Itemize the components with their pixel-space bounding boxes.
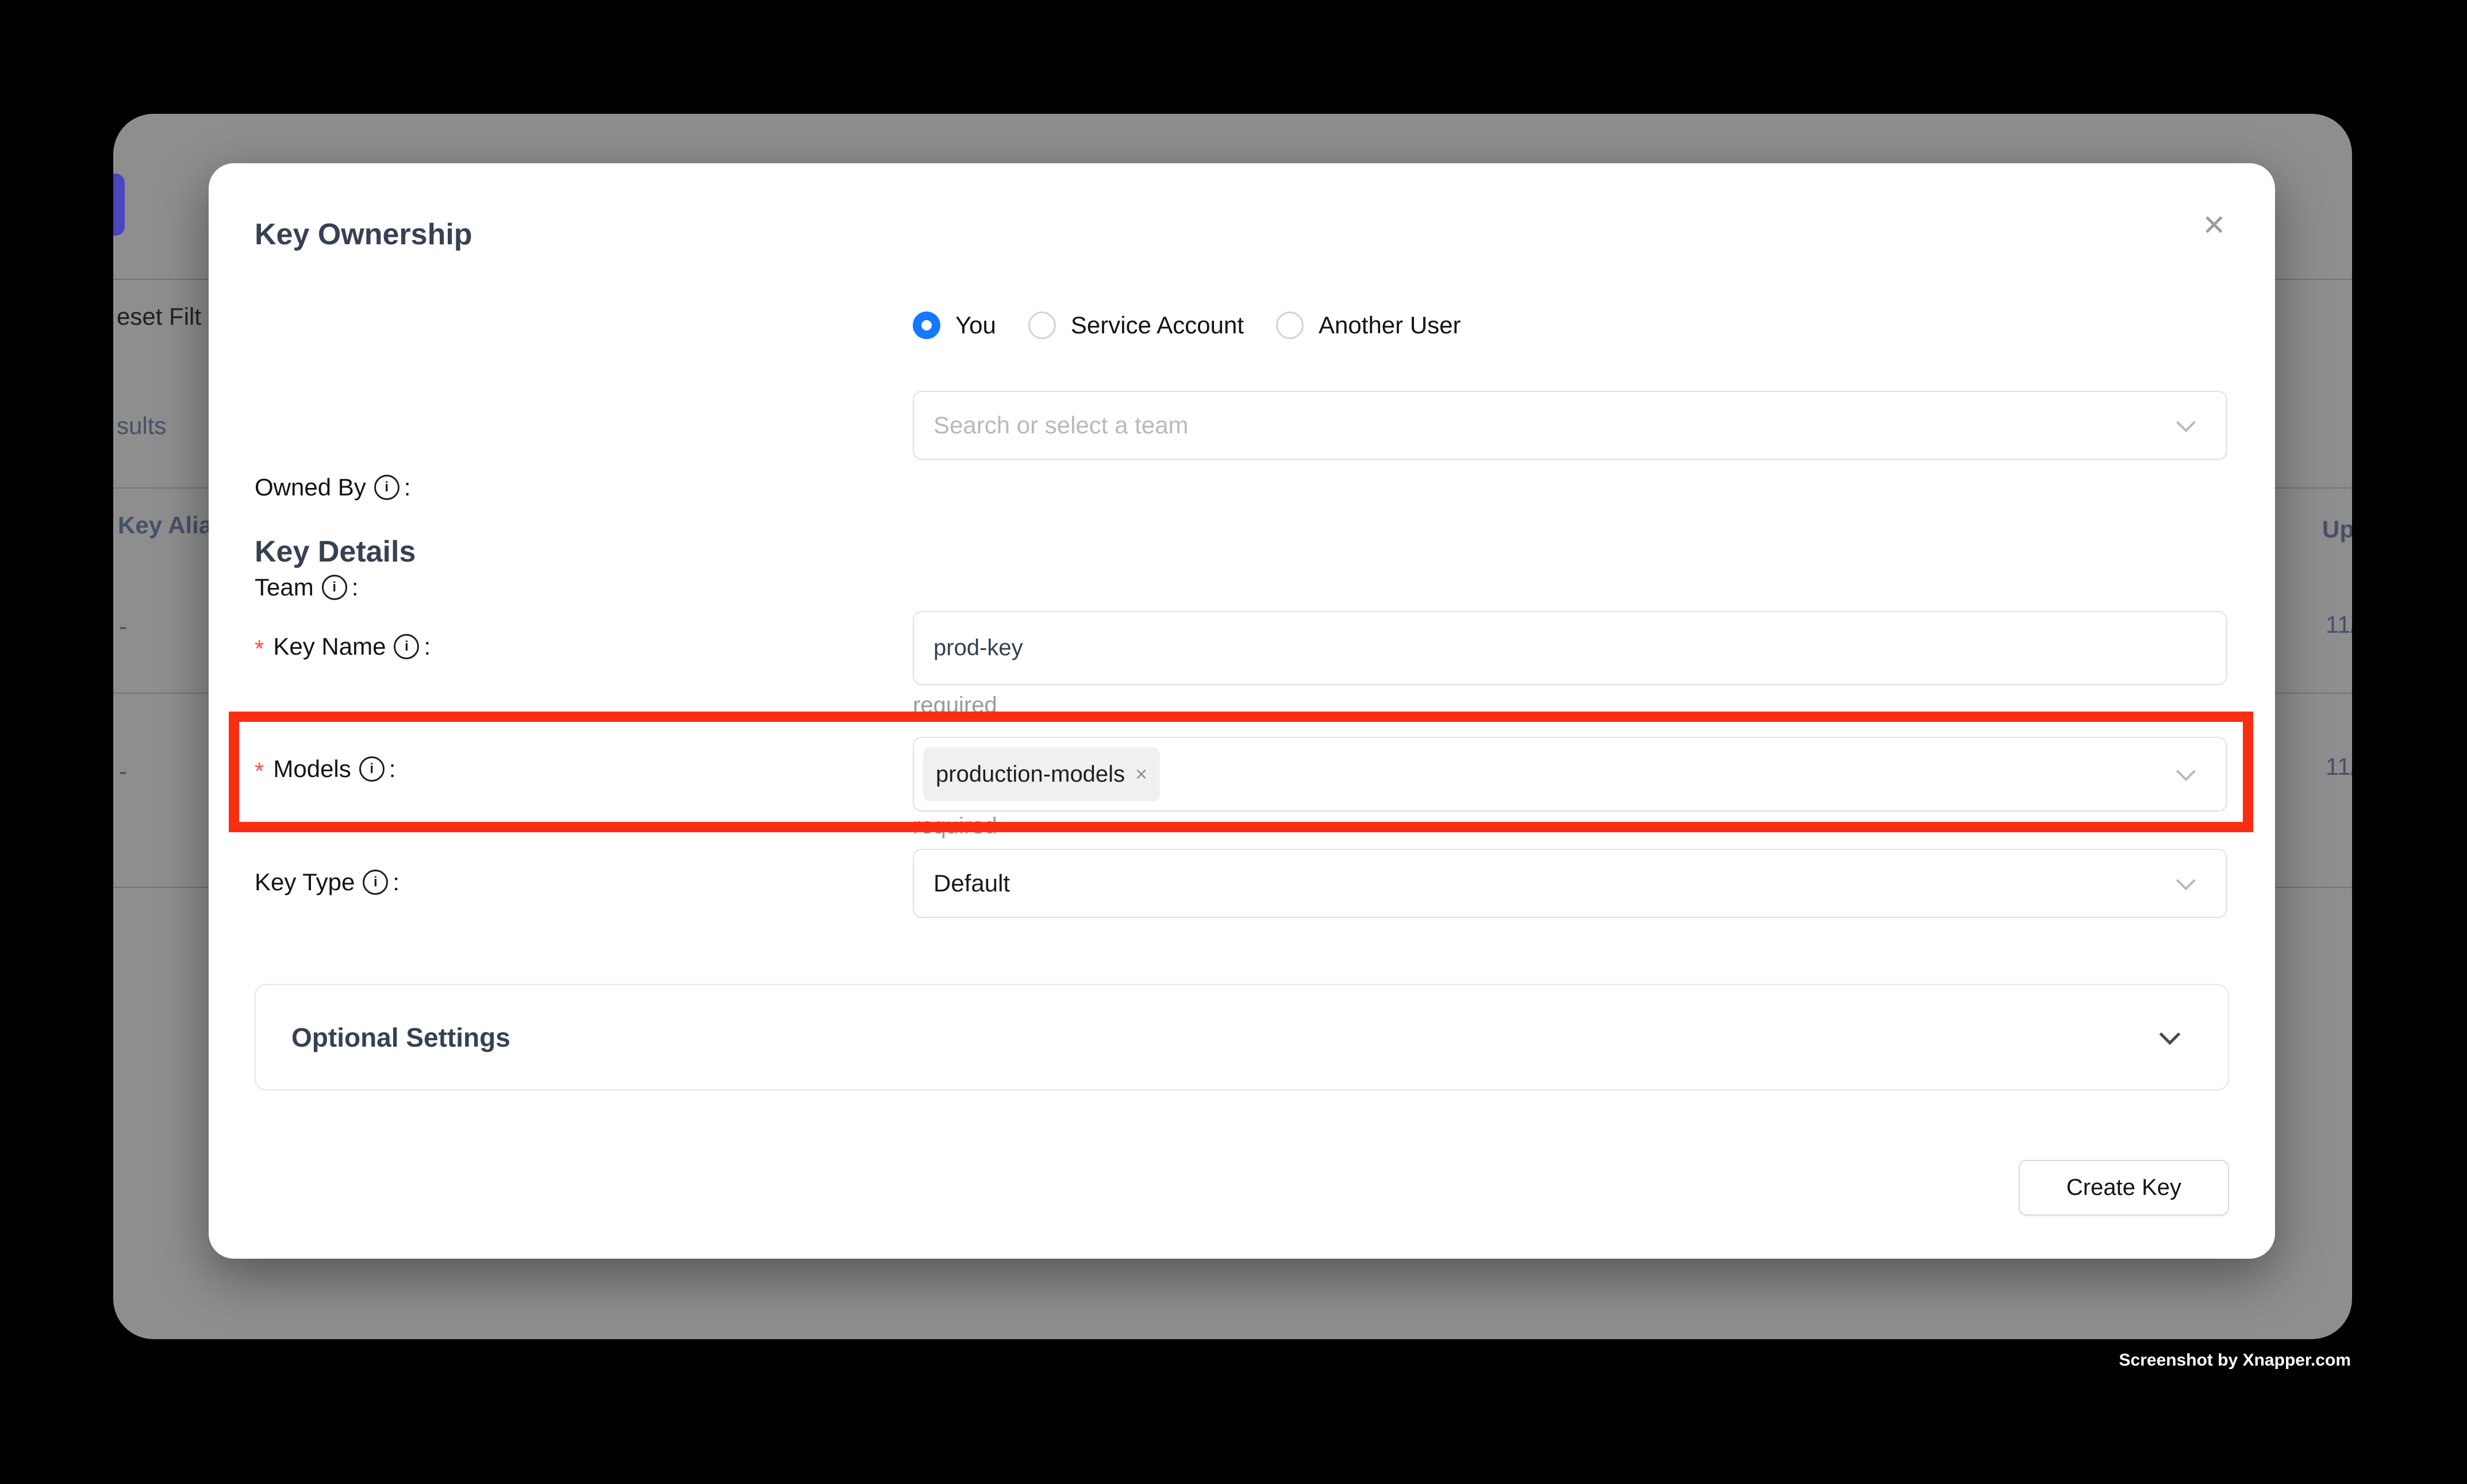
- table-cell-dash: -: [119, 758, 127, 785]
- team-select-placeholder: Search or select a team: [933, 412, 1189, 439]
- table-header-updated-fragment: Up: [2322, 516, 2352, 543]
- team-label-text: Team: [255, 574, 314, 601]
- team-select[interactable]: Search or select a team: [913, 391, 2227, 460]
- colon: :: [393, 868, 399, 896]
- key-name-label: * Key Name i :: [255, 633, 431, 660]
- chevron-down-icon: [2176, 413, 2196, 432]
- chevron-down-icon: [2176, 762, 2196, 781]
- radio-selected-icon[interactable]: [913, 312, 940, 339]
- create-key-button[interactable]: Create Key: [2019, 1160, 2229, 1216]
- key-type-value: Default: [933, 870, 1010, 897]
- colon: :: [404, 474, 411, 501]
- xnapper-watermark: Screenshot by Xnapper.com: [2119, 1351, 2351, 1370]
- required-asterisk: *: [255, 758, 264, 785]
- radio-label: Service Account: [1071, 312, 1244, 339]
- owned-by-radio-group: You Service Account Another User: [913, 312, 1461, 339]
- info-icon: i: [374, 475, 399, 500]
- radio-option-another-user[interactable]: Another User: [1276, 312, 1461, 339]
- info-icon: i: [359, 756, 385, 782]
- table-cell-date-fragment: 11/: [2326, 611, 2352, 639]
- create-key-button-fragment[interactable]: [113, 174, 125, 236]
- info-icon: i: [363, 870, 388, 895]
- models-label-text: Models: [273, 755, 351, 783]
- reset-filters-button-fragment[interactable]: eset Filt: [117, 303, 201, 330]
- owned-by-label-text: Owned By: [255, 474, 366, 501]
- selected-model-tag: production-models ×: [923, 747, 1160, 801]
- radio-label: You: [955, 312, 996, 339]
- key-type-label-text: Key Type: [255, 868, 355, 896]
- table-cell-dash: -: [119, 613, 127, 640]
- radio-label: Another User: [1319, 312, 1461, 339]
- table-cell-date-fragment: 11/: [2326, 753, 2352, 781]
- results-count-fragment: sults: [117, 412, 166, 440]
- colon: :: [424, 633, 431, 660]
- models-required-message: required: [913, 813, 997, 839]
- radio-unselected-icon[interactable]: [1276, 312, 1304, 339]
- key-name-label-text: Key Name: [273, 633, 386, 660]
- colon: :: [389, 755, 396, 783]
- info-icon: i: [394, 634, 419, 659]
- model-tag-label: production-models: [936, 762, 1125, 787]
- models-label: * Models i :: [255, 755, 395, 783]
- chevron-down-icon: [2176, 871, 2196, 890]
- key-details-section-title: Key Details: [255, 535, 416, 569]
- required-asterisk: *: [255, 635, 264, 663]
- key-type-select[interactable]: Default: [913, 849, 2227, 918]
- key-name-value: prod-key: [933, 635, 1023, 661]
- close-icon[interactable]: ✕: [2193, 205, 2235, 246]
- owned-by-label: Owned By i :: [255, 474, 410, 501]
- create-key-modal: Key Ownership ✕ Owned By i : You Service…: [209, 163, 2275, 1259]
- key-name-input[interactable]: prod-key: [913, 611, 2227, 685]
- models-select[interactable]: production-models ×: [913, 737, 2227, 812]
- optional-settings-panel[interactable]: Optional Settings: [255, 984, 2229, 1090]
- modal-title: Key Ownership: [255, 217, 472, 252]
- key-name-required-message: required: [913, 693, 997, 718]
- info-icon: i: [322, 575, 347, 600]
- optional-settings-title: Optional Settings: [291, 1022, 510, 1053]
- screenshot-canvas: eset Filt sults Key Alia - - Up 11/ 11/ …: [0, 0, 2467, 1484]
- app-window-backdrop: eset Filt sults Key Alia - - Up 11/ 11/ …: [113, 114, 2352, 1339]
- table-header-key-alias-fragment: Key Alia: [118, 512, 212, 539]
- chevron-down-icon: [2159, 1024, 2181, 1045]
- remove-tag-icon[interactable]: ×: [1135, 762, 1147, 786]
- radio-option-you[interactable]: You: [913, 312, 996, 339]
- team-label: Team i :: [255, 574, 358, 601]
- radio-option-service-account[interactable]: Service Account: [1028, 312, 1244, 339]
- radio-unselected-icon[interactable]: [1028, 312, 1056, 339]
- key-type-label: Key Type i :: [255, 868, 399, 896]
- colon: :: [352, 574, 359, 601]
